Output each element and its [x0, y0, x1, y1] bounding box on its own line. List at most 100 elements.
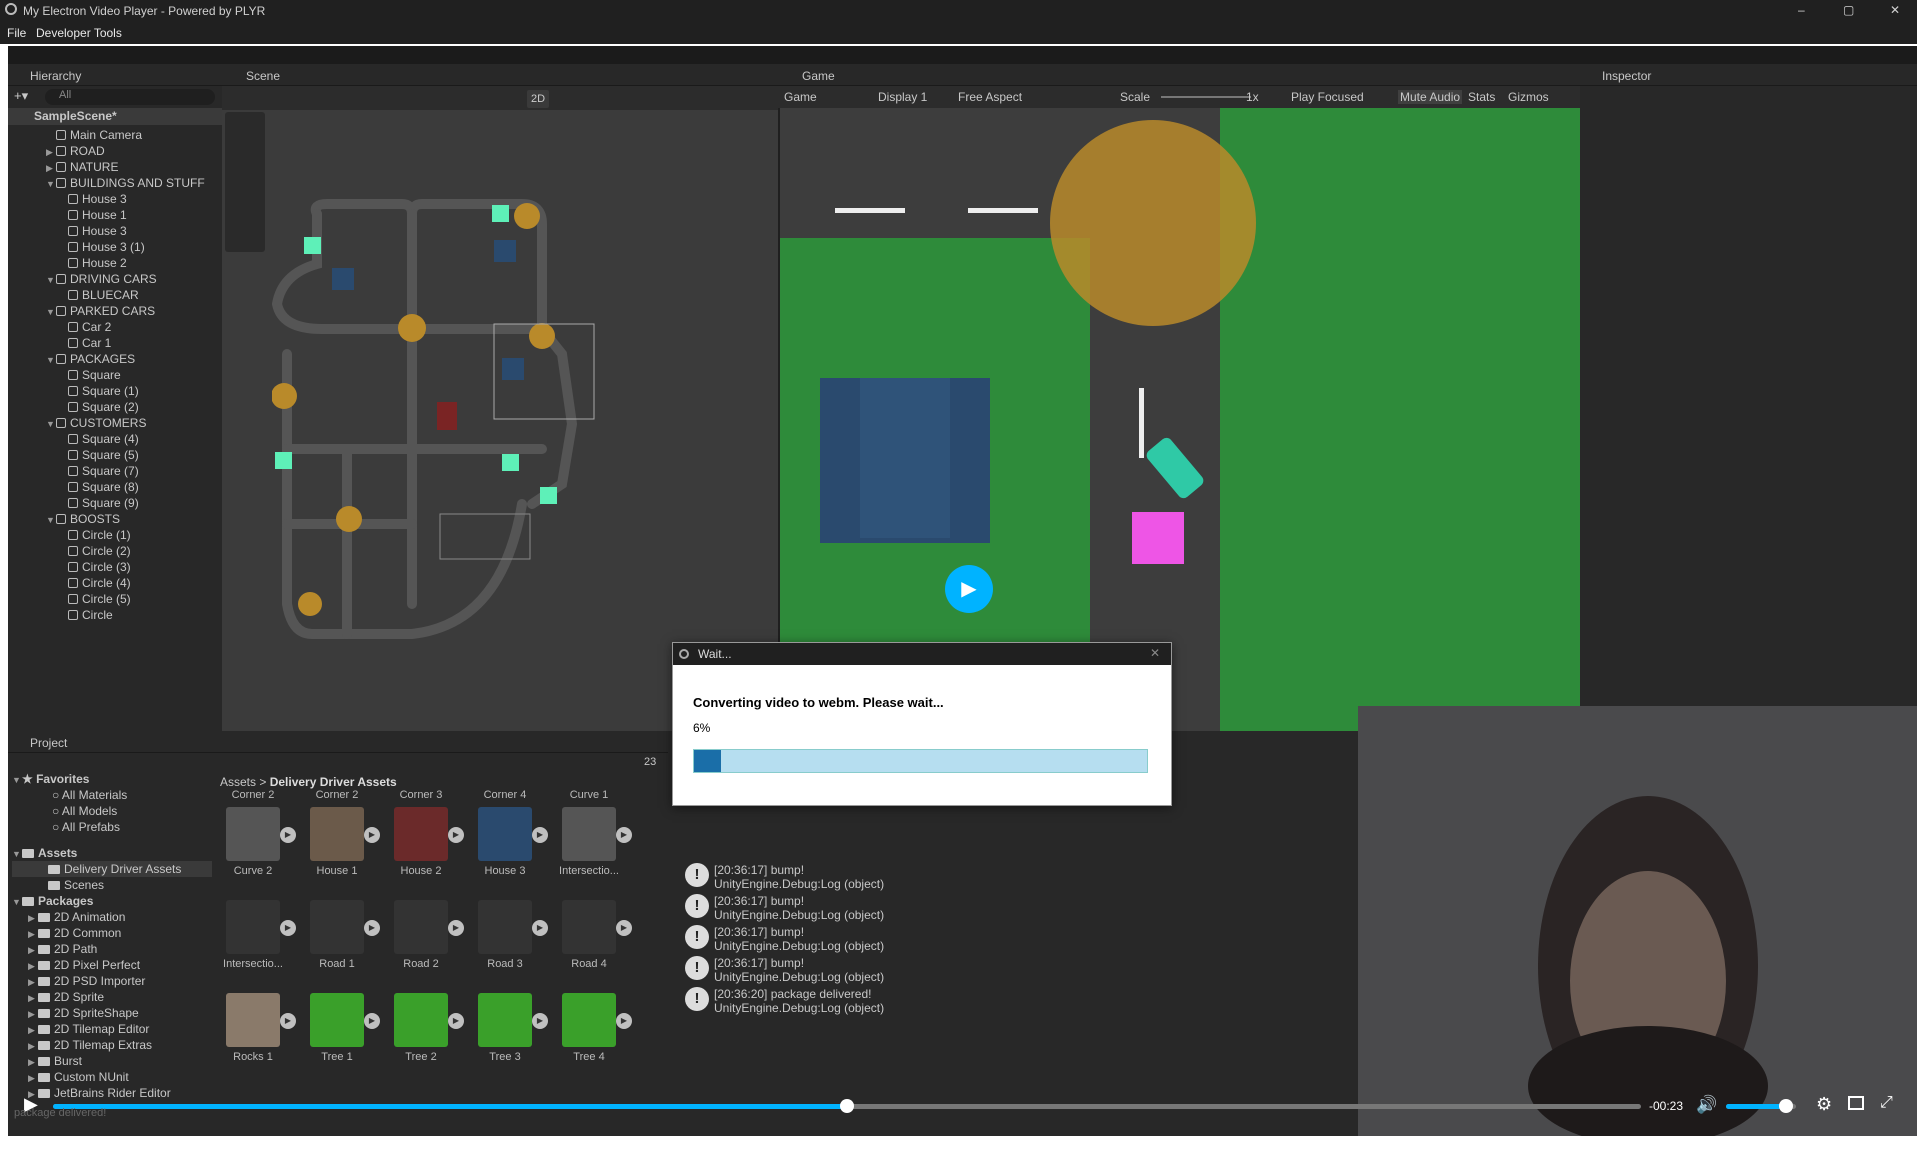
expand-arrow-icon[interactable]: ▶	[28, 942, 38, 958]
expand-arrow-icon[interactable]: ▶	[46, 144, 56, 160]
play-icon[interactable]: ▶	[616, 920, 632, 936]
expand-arrow-icon[interactable]: ▶	[28, 990, 38, 1006]
hierarchy-item[interactable]: ▼ BUILDINGS AND STUFF	[8, 175, 222, 191]
hierarchy-item[interactable]: House 1	[8, 207, 222, 223]
play-icon[interactable]: ▶	[532, 827, 548, 843]
hierarchy-tab[interactable]: Hierarchy	[30, 69, 81, 83]
expand-arrow-icon[interactable]: ▼	[46, 176, 56, 192]
play-icon[interactable]: ▶	[364, 1013, 380, 1029]
minimize-button[interactable]: –	[1798, 3, 1805, 17]
expand-arrow-icon[interactable]: ▼	[46, 352, 56, 368]
asset-item[interactable]: Road 2 ▶	[386, 900, 464, 970]
hierarchy-item[interactable]: ▼ DRIVING CARS	[8, 271, 222, 287]
hierarchy-item[interactable]: ▼ BOOSTS	[8, 511, 222, 527]
game-tab[interactable]: Game	[802, 69, 835, 83]
asset-item[interactable]: Tree 1 ▶	[302, 993, 380, 1063]
play-icon[interactable]: ▶	[448, 1013, 464, 1029]
seek-handle[interactable]	[840, 1099, 854, 1113]
fullscreen-icon[interactable]: ⤢	[1880, 1094, 1893, 1112]
play-focused-dropdown[interactable]: Play Focused	[1291, 90, 1364, 104]
hierarchy-item[interactable]: Car 2	[8, 319, 222, 335]
scene-2d-toggle[interactable]: 2D	[527, 90, 549, 108]
hierarchy-add-button[interactable]: +▾	[14, 88, 28, 104]
expand-arrow-icon[interactable]: ▼	[46, 416, 56, 432]
hierarchy-item[interactable]: Square (9)	[8, 495, 222, 511]
scene-view[interactable]	[272, 154, 662, 714]
folder-scenes[interactable]: Scenes	[12, 877, 212, 893]
asset-item[interactable]: Curve 2 ▶	[218, 807, 296, 877]
hierarchy-item[interactable]: Square	[8, 367, 222, 383]
hierarchy-item[interactable]: Circle (2)	[8, 543, 222, 559]
hierarchy-item[interactable]: Main Camera	[8, 127, 222, 143]
favorite-item[interactable]: ○ All Materials	[12, 787, 212, 803]
play-icon[interactable]: ▶	[280, 920, 296, 936]
hierarchy-item[interactable]: House 3 (1)	[8, 239, 222, 255]
menu-developer-tools[interactable]: Developer Tools	[36, 26, 122, 40]
hierarchy-item[interactable]: BLUECAR	[8, 287, 222, 303]
asset-item[interactable]: Intersectio... ▶	[218, 900, 296, 970]
scene-tab[interactable]: Scene	[246, 69, 280, 83]
menu-file[interactable]: File	[7, 26, 26, 40]
play-icon[interactable]: ▶	[616, 1013, 632, 1029]
package-item[interactable]: ▶ 2D Animation	[12, 909, 212, 925]
settings-gear-icon[interactable]: ⚙	[1816, 1094, 1832, 1115]
package-item[interactable]: ▶ Burst	[12, 1053, 212, 1069]
favorite-item[interactable]: ○ All Prefabs	[12, 819, 212, 835]
hierarchy-item[interactable]: Square (5)	[8, 447, 222, 463]
asset-item[interactable]: House 2 ▶	[386, 807, 464, 877]
package-item[interactable]: ▶ 2D SpriteShape	[12, 1005, 212, 1021]
seek-bar[interactable]	[53, 1099, 1641, 1113]
stats-toggle[interactable]: Stats	[1468, 90, 1495, 104]
expand-arrow-icon[interactable]: ▼	[46, 304, 56, 320]
hierarchy-item[interactable]: ▼ PACKAGES	[8, 351, 222, 367]
package-item[interactable]: ▶ 2D Common	[12, 925, 212, 941]
volume-icon[interactable]: 🔊	[1696, 1095, 1717, 1115]
hierarchy-item[interactable]: Square (7)	[8, 463, 222, 479]
gizmos-dropdown[interactable]: Gizmos	[1508, 90, 1549, 104]
package-item[interactable]: ▶ 2D Pixel Perfect	[12, 957, 212, 973]
hierarchy-item[interactable]: Circle (3)	[8, 559, 222, 575]
package-item[interactable]: ▶ Custom NUnit	[12, 1069, 212, 1085]
aspect-dropdown[interactable]: Free Aspect	[958, 90, 1022, 104]
asset-item[interactable]: Rocks 1 ▶	[218, 993, 296, 1063]
assets-header[interactable]: ▼ Assets	[12, 845, 212, 861]
package-item[interactable]: ▶ 2D Tilemap Editor	[12, 1021, 212, 1037]
asset-item[interactable]: Road 1 ▶	[302, 900, 380, 970]
expand-arrow-icon[interactable]: ▶	[28, 1006, 38, 1022]
hierarchy-search[interactable]: All	[45, 89, 215, 105]
asset-item[interactable]: Road 4 ▶	[554, 900, 632, 970]
hierarchy-item[interactable]: ▼ PARKED CARS	[8, 303, 222, 319]
asset-item[interactable]: Road 3 ▶	[470, 900, 548, 970]
favorite-item[interactable]: ○ All Models	[12, 803, 212, 819]
game-view-dropdown[interactable]: Game	[784, 90, 817, 104]
asset-item[interactable]: Tree 3 ▶	[470, 993, 548, 1063]
expand-arrow-icon[interactable]: ▶	[28, 958, 38, 974]
hierarchy-item[interactable]: House 2	[8, 255, 222, 271]
play-icon[interactable]: ▶	[532, 1013, 548, 1029]
volume-handle[interactable]	[1778, 1099, 1793, 1113]
folder-delivery-driver-assets[interactable]: Delivery Driver Assets	[12, 861, 212, 877]
maximize-button[interactable]: ▢	[1843, 3, 1854, 17]
inspector-tab[interactable]: Inspector	[1602, 69, 1651, 83]
expand-arrow-icon[interactable]: ▼	[46, 512, 56, 528]
play-icon[interactable]: ▶	[280, 827, 296, 843]
mute-audio-toggle[interactable]: Mute Audio	[1398, 90, 1463, 104]
hierarchy-item[interactable]: Square (2)	[8, 399, 222, 415]
expand-arrow-icon[interactable]: ▶	[28, 1070, 38, 1086]
expand-arrow-icon[interactable]: ▶	[28, 1022, 38, 1038]
asset-item[interactable]: Tree 2 ▶	[386, 993, 464, 1063]
hierarchy-item[interactable]: Circle (1)	[8, 527, 222, 543]
pip-icon[interactable]	[1848, 1096, 1864, 1110]
play-icon[interactable]: ▶	[448, 920, 464, 936]
breadcrumb-current[interactable]: Delivery Driver Assets	[270, 775, 397, 789]
asset-item[interactable]: Intersectio... ▶	[554, 807, 632, 877]
asset-item[interactable]: House 3 ▶	[470, 807, 548, 877]
favorites-header[interactable]: ▼★ Favorites	[12, 771, 212, 787]
big-play-button[interactable]: ▶	[945, 565, 993, 613]
play-icon[interactable]: ▶	[280, 1013, 296, 1029]
close-button[interactable]: ✕	[1890, 3, 1900, 17]
hierarchy-item[interactable]: Square (1)	[8, 383, 222, 399]
hierarchy-item[interactable]: Square (4)	[8, 431, 222, 447]
hierarchy-item[interactable]: Square (8)	[8, 479, 222, 495]
video-player[interactable]: Hierarchy +▾ All SampleScene* Main Camer…	[8, 46, 1917, 1136]
